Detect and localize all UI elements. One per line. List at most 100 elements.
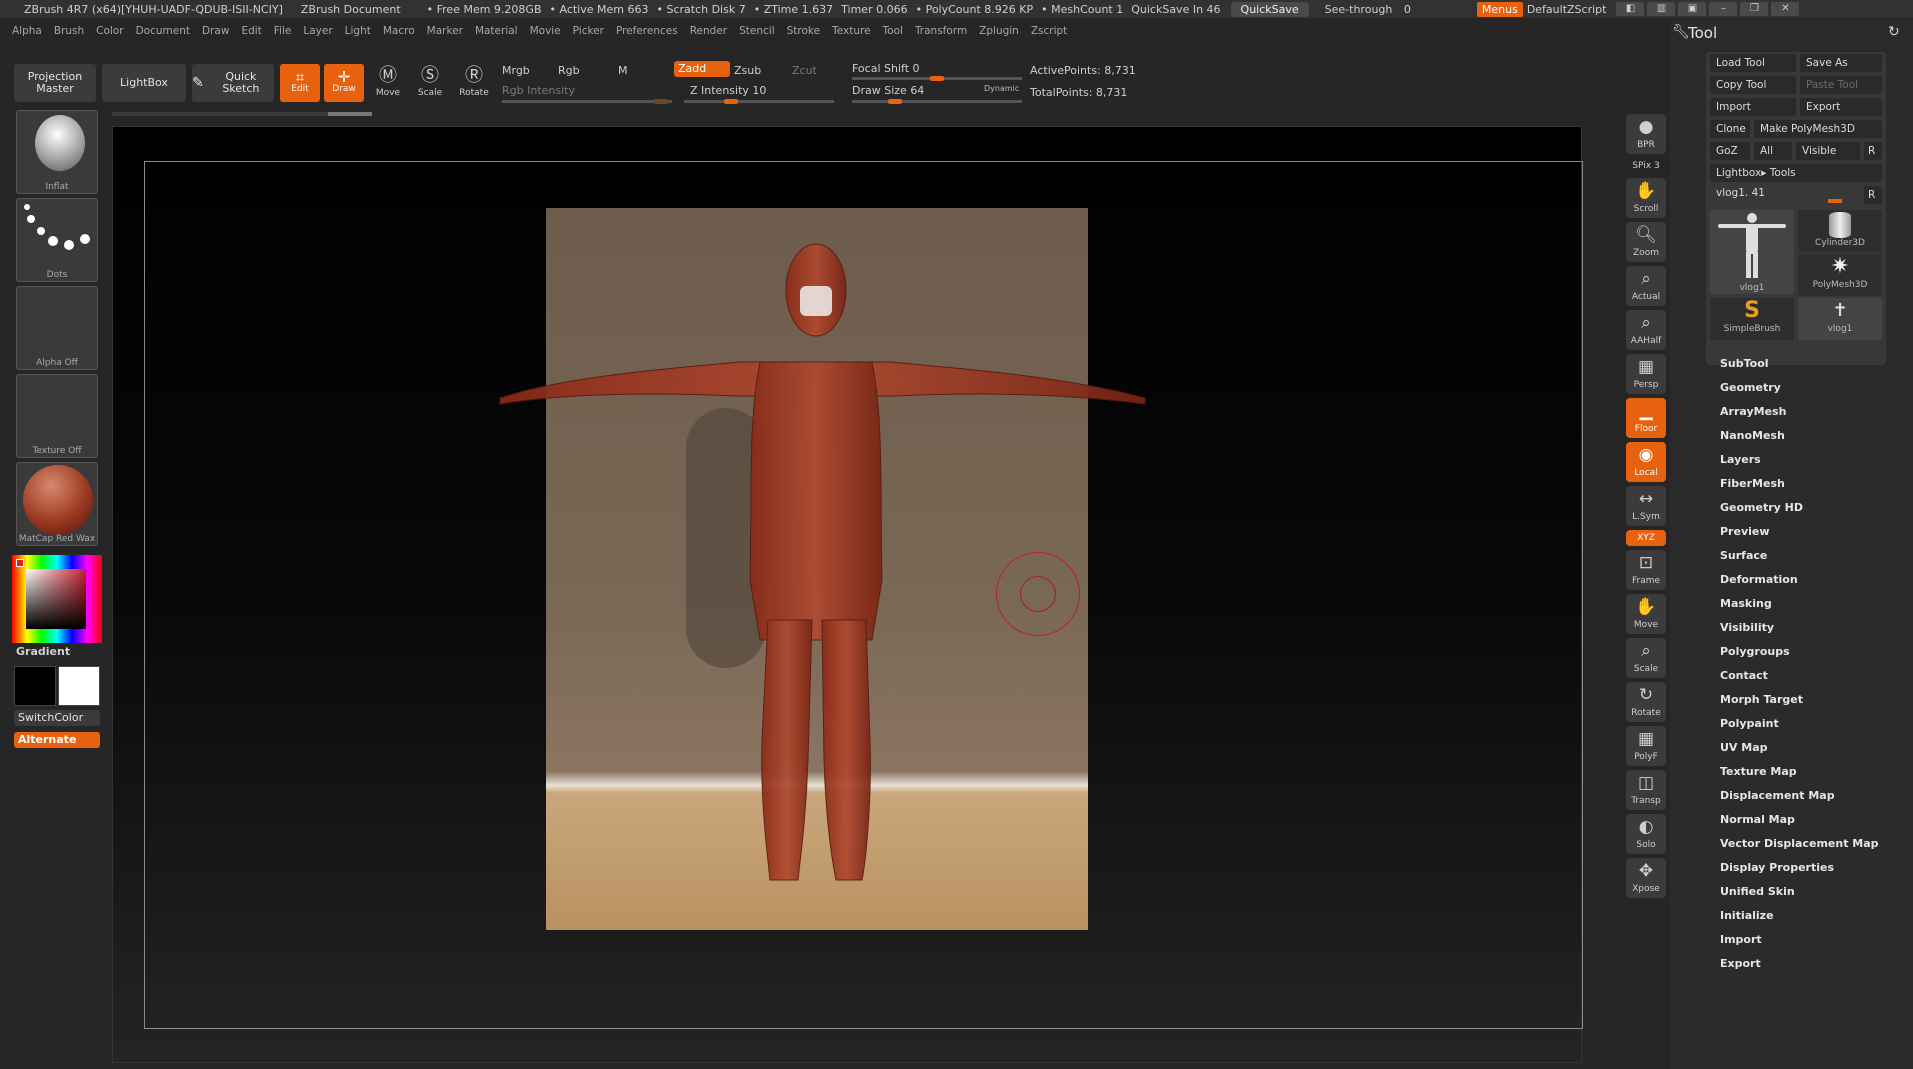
tool-menu-import[interactable]: Import bbox=[1720, 928, 1910, 952]
polyf-button[interactable]: ▦ PolyF bbox=[1626, 726, 1666, 766]
menus-button[interactable]: Menus bbox=[1476, 1, 1523, 17]
draw-size-track[interactable] bbox=[852, 99, 1022, 104]
copy-tool-button[interactable]: Copy Tool bbox=[1710, 76, 1796, 94]
menu-picker[interactable]: Picker bbox=[573, 25, 604, 37]
menu-stroke[interactable]: Stroke bbox=[787, 25, 820, 37]
spix-button[interactable]: SPix 3 bbox=[1626, 158, 1666, 174]
transp-button[interactable]: ◫ Transp bbox=[1626, 770, 1666, 810]
tool-menu-geometry-hd[interactable]: Geometry HD bbox=[1720, 496, 1910, 520]
tool-menu-vector-displacement-map[interactable]: Vector Displacement Map bbox=[1720, 832, 1910, 856]
lsym-button[interactable]: ↔ L.Sym bbox=[1626, 486, 1666, 526]
paste-tool-button[interactable]: Paste Tool bbox=[1800, 76, 1882, 94]
tool-thumb-vlog1-small[interactable]: ✝ vlog1 bbox=[1798, 298, 1882, 340]
move-button[interactable]: ✋ Move bbox=[1626, 594, 1666, 634]
tool-thumb-vlog1[interactable]: vlog1 bbox=[1710, 210, 1794, 294]
restore-icon[interactable]: ❐ bbox=[1740, 2, 1769, 16]
texture-thumbnail[interactable]: Texture Off bbox=[16, 374, 98, 458]
bpr-button[interactable]: ● BPR bbox=[1626, 114, 1666, 154]
secondary-color-swatch[interactable] bbox=[14, 666, 56, 706]
tool-menu-subtool[interactable]: SubTool bbox=[1720, 352, 1910, 376]
menu-marker[interactable]: Marker bbox=[427, 25, 463, 37]
quicksave-button[interactable]: QuickSave bbox=[1230, 1, 1309, 17]
tool-menu-deformation[interactable]: Deformation bbox=[1720, 568, 1910, 592]
layout2-icon[interactable]: ▥ bbox=[1647, 2, 1676, 16]
load-tool-button[interactable]: Load Tool bbox=[1710, 54, 1796, 72]
menu-document[interactable]: Document bbox=[136, 25, 190, 37]
tool-menu-visibility[interactable]: Visibility bbox=[1720, 616, 1910, 640]
tool-thumb-simplebrush[interactable]: S SimpleBrush bbox=[1710, 298, 1794, 340]
menu-material[interactable]: Material bbox=[475, 25, 518, 37]
tool-menu-contact[interactable]: Contact bbox=[1720, 664, 1910, 688]
aahalf-button[interactable]: ⌕ AAHalf bbox=[1626, 310, 1666, 350]
alternate-button[interactable]: Alternate bbox=[14, 732, 100, 748]
visible-button[interactable]: Visible bbox=[1796, 142, 1860, 160]
import-button[interactable]: Import bbox=[1710, 98, 1796, 116]
shelf-scroll-track[interactable] bbox=[112, 112, 372, 116]
persp-button[interactable]: ▦ Persp bbox=[1626, 354, 1666, 394]
export-button[interactable]: Export bbox=[1800, 98, 1882, 116]
menu-render[interactable]: Render bbox=[690, 25, 727, 37]
tool-menu-displacement-map[interactable]: Displacement Map bbox=[1720, 784, 1910, 808]
z-intensity-slider[interactable]: Z Intensity 10 bbox=[690, 84, 766, 97]
tool-menu-polypaint[interactable]: Polypaint bbox=[1720, 712, 1910, 736]
menu-stencil[interactable]: Stencil bbox=[739, 25, 775, 37]
menu-light[interactable]: Light bbox=[345, 25, 371, 37]
color-saturation-square[interactable] bbox=[26, 569, 86, 629]
z-intensity-knob[interactable] bbox=[724, 99, 738, 104]
default-zscript-button[interactable]: DefaultZScript bbox=[1527, 3, 1607, 16]
tool-menu-texture-map[interactable]: Texture Map bbox=[1720, 760, 1910, 784]
move-button[interactable]: Ⓜ Move bbox=[368, 64, 408, 106]
actual-button[interactable]: ⌕ Actual bbox=[1626, 266, 1666, 306]
gradient-label[interactable]: Gradient bbox=[16, 645, 70, 658]
tool-menu-layers[interactable]: Layers bbox=[1720, 448, 1910, 472]
rgb-intensity-track[interactable] bbox=[502, 99, 672, 104]
draw-size-knob[interactable] bbox=[888, 99, 902, 104]
menu-alpha[interactable]: Alpha bbox=[12, 25, 42, 37]
floor-button[interactable]: ▁ Floor bbox=[1626, 398, 1666, 438]
stroke-thumbnail[interactable]: Dots bbox=[16, 198, 98, 282]
goz-button[interactable]: GoZ bbox=[1710, 142, 1750, 160]
scale-button[interactable]: Ⓢ Scale bbox=[410, 64, 450, 106]
tool-menu-unified-skin[interactable]: Unified Skin bbox=[1720, 880, 1910, 904]
xyz-button[interactable]: xyzXYZ bbox=[1626, 530, 1666, 546]
tool-menu-masking[interactable]: Masking bbox=[1720, 592, 1910, 616]
menu-zscript[interactable]: Zscript bbox=[1031, 25, 1067, 37]
menu-macro[interactable]: Macro bbox=[383, 25, 415, 37]
rgb-intensity-knob[interactable] bbox=[654, 99, 668, 104]
scroll-button[interactable]: ✋ Scroll bbox=[1626, 178, 1666, 218]
tool-menu-nanomesh[interactable]: NanoMesh bbox=[1720, 424, 1910, 448]
zcut-button[interactable]: Zcut bbox=[792, 64, 817, 77]
focal-shift-knob[interactable] bbox=[930, 76, 944, 81]
tool-thumb-cylinder3d[interactable]: Cylinder3D bbox=[1798, 210, 1882, 252]
menu-transform[interactable]: Transform bbox=[915, 25, 967, 37]
tool-palette-title[interactable]: Tool bbox=[1688, 24, 1717, 42]
menu-file[interactable]: File bbox=[274, 25, 292, 37]
rgb-intensity-slider[interactable]: Rgb Intensity bbox=[502, 84, 575, 97]
lock-icon[interactable]: ▣ bbox=[1678, 2, 1707, 16]
current-tool-slider[interactable]: vlog1. 41 bbox=[1710, 184, 1860, 203]
focal-shift-track[interactable] bbox=[852, 76, 1022, 81]
menu-zplugin[interactable]: Zplugin bbox=[979, 25, 1019, 37]
m-button[interactable]: M bbox=[618, 64, 628, 77]
lightbox-button[interactable]: LightBox bbox=[102, 64, 186, 102]
all-button[interactable]: All bbox=[1754, 142, 1792, 160]
refresh-icon[interactable]: ↻ bbox=[1888, 24, 1900, 40]
menu-tool[interactable]: Tool bbox=[883, 25, 903, 37]
tool-menu-normal-map[interactable]: Normal Map bbox=[1720, 808, 1910, 832]
material-thumbnail[interactable]: MatCap Red Wax bbox=[16, 462, 98, 546]
draw-button[interactable]: ✛ Draw bbox=[324, 64, 364, 102]
see-through-slider[interactable]: See-through 0 bbox=[1317, 3, 1471, 16]
solo-button[interactable]: ◐ Solo bbox=[1626, 814, 1666, 854]
tool-menu-export[interactable]: Export bbox=[1720, 952, 1910, 976]
mrgb-button[interactable]: Mrgb bbox=[502, 64, 530, 77]
menu-texture[interactable]: Texture bbox=[832, 25, 870, 37]
quick-sketch-button[interactable]: ✎ Quick Sketch bbox=[192, 64, 274, 102]
switch-color-button[interactable]: SwitchColor bbox=[14, 710, 100, 726]
primary-color-swatch[interactable] bbox=[58, 666, 100, 706]
menu-movie[interactable]: Movie bbox=[530, 25, 561, 37]
scale-button[interactable]: ⌕ Scale bbox=[1626, 638, 1666, 678]
tool-menu-morph-target[interactable]: Morph Target bbox=[1720, 688, 1910, 712]
local-button[interactable]: ◉ Local bbox=[1626, 442, 1666, 482]
menu-preferences[interactable]: Preferences bbox=[616, 25, 678, 37]
focal-shift-slider[interactable]: Focal Shift 0 bbox=[852, 62, 920, 75]
